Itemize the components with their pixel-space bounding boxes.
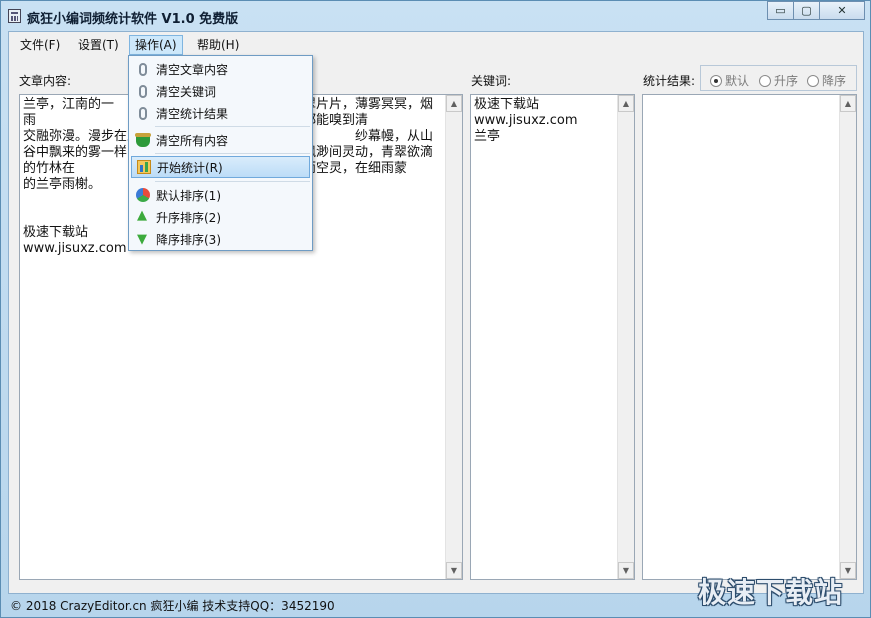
chart-icon [137,160,151,174]
app-window: 疯狂小编词频统计软件 V1.0 免费版 ▭ ▢ ✕ 文件(F) 设置(T) 操作… [0,0,871,618]
menu-clear-article-label: 清空文章内容 [156,62,229,77]
close-button[interactable]: ✕ [819,1,865,20]
keywords-label: 关键词: [471,74,512,88]
results-scrollbar[interactable]: ▲ ▼ [839,95,856,579]
scroll-down-icon[interactable]: ▼ [446,562,462,579]
scroll-up-icon[interactable]: ▲ [446,95,462,112]
menu-clear-results-label: 清空统计结果 [156,106,229,121]
results-textarea[interactable]: ▲ ▼ [642,94,857,580]
paperclip-icon [139,62,147,76]
menu-clear-results[interactable]: 清空统计结果 [131,102,310,124]
radio-checked-icon [710,74,722,87]
scroll-down-icon[interactable]: ▼ [618,562,634,579]
menu-bar: 文件(F) 设置(T) 操作(A) 帮助(H) [9,32,863,56]
minimize-icon: ▭ [775,4,786,17]
paperclip-icon [139,106,147,120]
broom-icon [135,133,151,147]
radio-ascending-label: 升序 [774,74,799,88]
article-label: 文章内容: [19,74,72,88]
scroll-up-icon[interactable]: ▲ [840,95,856,112]
arrow-down-icon [136,232,150,247]
menu-sort-ascending-label: 升序排序(2) [156,210,221,225]
menu-sort-descending[interactable]: 降序排序(3) [131,228,310,250]
menu-sort-default-label: 默认排序(1) [156,188,221,203]
scroll-up-icon[interactable]: ▲ [618,95,634,112]
menu-sort-ascending[interactable]: 升序排序(2) [131,206,310,228]
keywords-textarea[interactable]: 极速下载站 www.jisuxz.com 兰亭 ▲ ▼ [470,94,635,580]
menu-separator [155,126,310,127]
sort-option-group: 默认 升序 降序 [700,65,857,91]
radio-default-label: 默认 [725,74,750,88]
results-label: 统计结果: [643,74,696,88]
radio-ascending[interactable]: 升序 [759,72,798,89]
minimize-button[interactable]: ▭ [767,1,794,20]
arrow-up-icon [136,208,150,224]
menu-sort-descending-label: 降序排序(3) [156,232,221,247]
menu-clear-all-label: 清空所有内容 [156,133,229,148]
menu-file[interactable]: 文件(F) [15,35,65,55]
radio-icon [759,74,771,87]
radio-icon [807,74,819,87]
window-title: 疯狂小编词频统计软件 V1.0 免费版 [27,12,239,27]
radio-descending[interactable]: 降序 [807,72,846,89]
keywords-text: 极速下载站 www.jisuxz.com 兰亭 [474,97,578,144]
menu-help[interactable]: 帮助(H) [192,35,244,55]
menu-clear-all[interactable]: 清空所有内容 [131,129,310,151]
article-scrollbar[interactable]: ▲ ▼ [445,95,462,579]
menu-separator [155,153,310,154]
menu-start-statistics-label: 开始统计(R) [157,160,223,175]
watermark: 极速下载站 [698,576,844,609]
maximize-icon: ▢ [801,4,812,17]
menu-separator [155,181,310,182]
menu-clear-keywords[interactable]: 清空关键词 [131,80,310,102]
menu-clear-article[interactable]: 清空文章内容 [131,58,310,80]
menu-sort-default[interactable]: 默认排序(1) [131,184,310,206]
radio-default[interactable]: 默认 [710,72,749,89]
paperclip-icon [139,84,147,98]
operations-dropdown-menu: 清空文章内容 清空关键词 清空统计结果 清空所有内容 开始统计(R) 默认排序(… [128,55,313,251]
sort-default-icon [136,188,150,202]
calculator-icon [8,9,21,23]
keywords-scrollbar[interactable]: ▲ ▼ [617,95,634,579]
maximize-button[interactable]: ▢ [793,1,820,20]
menu-settings[interactable]: 设置(T) [73,35,124,55]
menu-operations[interactable]: 操作(A) [129,35,183,55]
radio-descending-label: 降序 [822,74,847,88]
menu-start-statistics[interactable]: 开始统计(R) [131,156,310,178]
close-icon: ✕ [837,4,847,17]
title-bar[interactable]: 疯狂小编词频统计软件 V1.0 免费版 ▭ ▢ ✕ [1,1,870,31]
menu-clear-keywords-label: 清空关键词 [156,84,217,99]
